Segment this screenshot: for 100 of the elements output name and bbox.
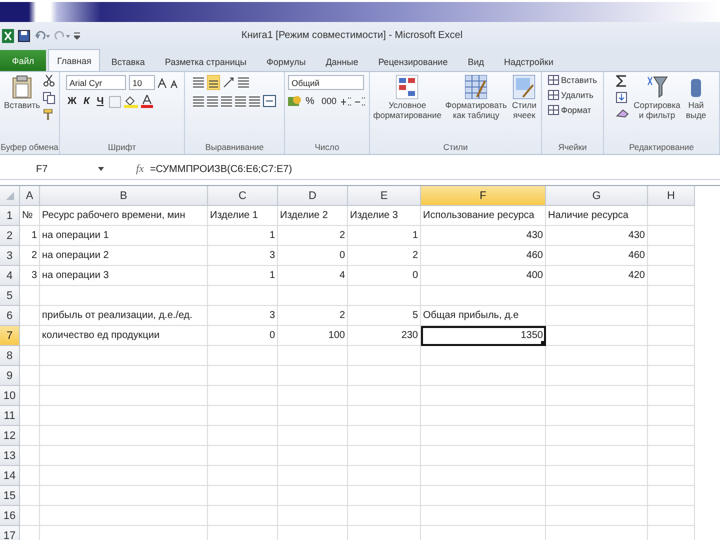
column-header[interactable]: B	[40, 186, 208, 206]
table-cell[interactable]	[648, 426, 695, 446]
row-header[interactable]: 10	[0, 386, 20, 406]
table-cell[interactable]: 430	[421, 226, 546, 246]
table-cell[interactable]	[20, 346, 40, 366]
row-header[interactable]: 7	[0, 326, 20, 346]
grow-font-icon[interactable]	[158, 78, 166, 88]
table-cell[interactable]: 4	[278, 266, 348, 286]
align-center-icon[interactable]	[207, 96, 218, 106]
column-header[interactable]: H	[648, 186, 695, 206]
table-cell[interactable]	[208, 486, 278, 506]
table-cell[interactable]: 460	[421, 246, 546, 266]
cells-menu-button[interactable]: Удалить	[548, 90, 598, 100]
brush-icon[interactable]	[43, 109, 56, 121]
row-header[interactable]: 4	[0, 266, 20, 286]
ribbon-tab[interactable]: Данные	[316, 51, 368, 71]
table-cell[interactable]	[20, 286, 40, 306]
table-cell[interactable]	[20, 446, 40, 466]
table-cell[interactable]: 1	[20, 226, 40, 246]
table-cell[interactable]	[421, 426, 546, 446]
table-cell[interactable]	[348, 366, 421, 386]
table-cell[interactable]: 3	[208, 246, 278, 266]
decrease-decimal-icon[interactable]	[355, 96, 366, 106]
row-header[interactable]: 5	[0, 286, 20, 306]
copy-icon[interactable]	[43, 92, 56, 104]
table-cell[interactable]: 400	[421, 266, 546, 286]
table-cell[interactable]	[348, 346, 421, 366]
table-cell[interactable]: 0	[348, 266, 421, 286]
table-cell[interactable]	[278, 486, 348, 506]
table-cell[interactable]	[40, 286, 208, 306]
table-cell[interactable]	[421, 406, 546, 426]
table-cell[interactable]	[348, 506, 421, 526]
table-cell[interactable]	[278, 406, 348, 426]
table-cell[interactable]	[546, 286, 648, 306]
table-cell[interactable]	[648, 446, 695, 466]
cells-menu-button[interactable]: Формат	[548, 105, 598, 115]
table-cell[interactable]: Изделие 2	[278, 206, 348, 226]
table-cell[interactable]: на операции 2	[40, 246, 208, 266]
customize-caret-icon[interactable]	[74, 32, 80, 40]
row-header[interactable]: 16	[0, 506, 20, 526]
table-cell[interactable]	[348, 446, 421, 466]
redo-icon[interactable]	[54, 30, 70, 40]
table-cell[interactable]	[348, 486, 421, 506]
table-cell[interactable]	[278, 286, 348, 306]
table-cell[interactable]	[546, 506, 648, 526]
table-cell[interactable]: 460	[546, 246, 648, 266]
column-header[interactable]: G	[546, 186, 648, 206]
align-middle-icon[interactable]	[207, 75, 220, 90]
style-gallery-button[interactable]: Условное форматирование	[373, 75, 442, 121]
column-header[interactable]: F	[421, 186, 546, 206]
row-header[interactable]: 13	[0, 446, 20, 466]
increase-indent-icon[interactable]	[249, 96, 260, 106]
table-cell[interactable]	[20, 306, 40, 326]
name-box[interactable]: F7	[36, 164, 92, 174]
table-cell[interactable]	[546, 426, 648, 446]
shrink-font-icon[interactable]	[170, 78, 178, 88]
table-cell[interactable]: 2	[278, 306, 348, 326]
table-cell[interactable]	[40, 486, 208, 506]
merge-cells-icon[interactable]	[263, 95, 276, 107]
align-left-icon[interactable]	[193, 96, 204, 106]
table-cell[interactable]	[208, 506, 278, 526]
number-format-field[interactable]: Общий	[288, 75, 364, 90]
borders-icon[interactable]	[108, 96, 121, 108]
table-cell[interactable]	[348, 426, 421, 446]
table-cell[interactable]: количество ед продукции	[40, 326, 208, 346]
table-cell[interactable]: 230	[348, 326, 421, 346]
table-cell[interactable]	[20, 326, 40, 346]
bold-button[interactable]: Ж	[66, 96, 79, 107]
ribbon-tab[interactable]: Вставка	[102, 51, 154, 71]
align-right-icon[interactable]	[221, 96, 232, 106]
table-cell[interactable]	[208, 366, 278, 386]
table-cell[interactable]	[40, 426, 208, 446]
align-top-icon[interactable]	[193, 77, 204, 88]
table-cell[interactable]	[421, 386, 546, 406]
table-cell[interactable]: Использование ресурса	[421, 206, 546, 226]
table-cell[interactable]	[278, 366, 348, 386]
table-cell[interactable]	[40, 366, 208, 386]
font-color-icon[interactable]	[140, 95, 153, 108]
table-cell[interactable]	[278, 466, 348, 486]
table-cell[interactable]	[546, 326, 648, 346]
table-cell[interactable]	[20, 406, 40, 426]
table-cell[interactable]	[278, 506, 348, 526]
ribbon-tab[interactable]: Разметка страницы	[156, 51, 256, 71]
text-angle-icon[interactable]	[223, 77, 235, 88]
table-cell[interactable]	[40, 466, 208, 486]
table-cell[interactable]	[648, 286, 695, 306]
table-cell[interactable]	[20, 426, 40, 446]
column-header[interactable]: E	[348, 186, 421, 206]
table-cell[interactable]	[421, 466, 546, 486]
ribbon-tab[interactable]: Формулы	[258, 51, 315, 71]
font-name-field[interactable]: Arial Cyr	[66, 75, 126, 90]
table-cell[interactable]	[348, 406, 421, 426]
table-cell[interactable]	[208, 346, 278, 366]
scissors-icon[interactable]	[43, 75, 56, 87]
fill-color-icon[interactable]	[124, 95, 138, 108]
ribbon-tab[interactable]: Надстройки	[495, 51, 562, 71]
table-cell[interactable]: Наличие ресурса	[546, 206, 648, 226]
table-cell[interactable]	[648, 266, 695, 286]
table-cell[interactable]	[648, 326, 695, 346]
sum-icon[interactable]	[616, 75, 627, 87]
